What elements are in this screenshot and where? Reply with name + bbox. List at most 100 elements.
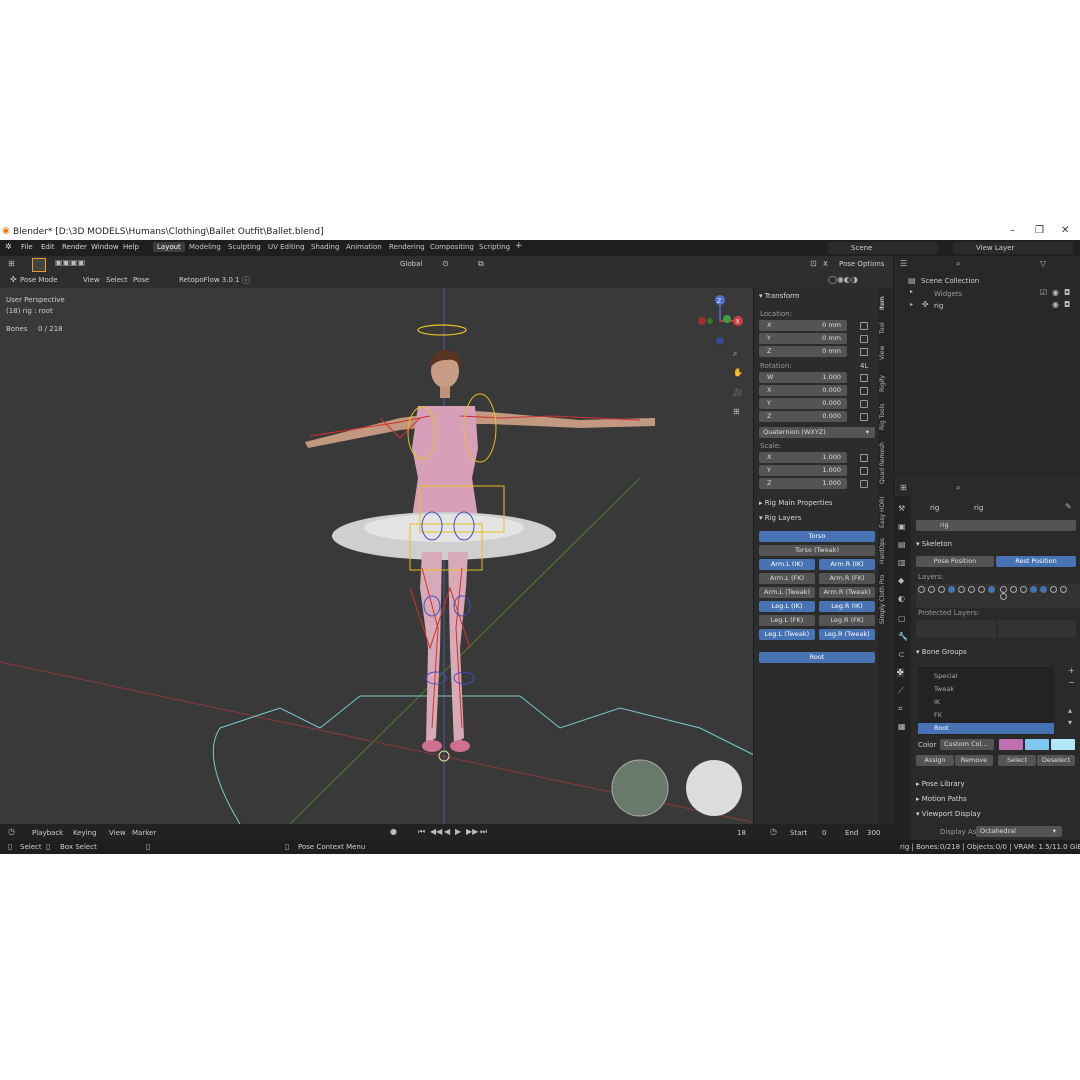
jump-end-icon[interactable]: ⏭ bbox=[480, 827, 487, 837]
ortho-grid-icon[interactable]: ⊞ bbox=[733, 407, 740, 416]
timeline-editor-icon[interactable]: ◷ bbox=[8, 827, 15, 836]
tab-scripting[interactable]: Scripting bbox=[479, 243, 510, 251]
tab-animation[interactable]: Animation bbox=[346, 243, 382, 251]
tab-rendering[interactable]: Rendering bbox=[389, 243, 425, 251]
rig-main-properties-header[interactable]: ▸ Rig Main Properties bbox=[759, 499, 833, 507]
rotation-y-field[interactable]: Y 0.000 bbox=[759, 398, 847, 409]
motion-paths-section-header[interactable]: ▸ Motion Paths bbox=[916, 795, 967, 803]
skeleton-section-header[interactable]: ▾ Skeleton bbox=[916, 540, 952, 548]
end-frame-value[interactable]: 300 bbox=[867, 829, 880, 837]
menu-file[interactable]: File bbox=[21, 243, 33, 251]
arm-l-tweak-button[interactable]: Arm.L (Tweak) bbox=[759, 587, 815, 598]
properties-editor-icon[interactable]: ⊞ bbox=[900, 483, 907, 492]
transform-section-header[interactable]: ▾ Transform bbox=[759, 292, 800, 300]
snap-icon[interactable]: ⧉ bbox=[478, 259, 484, 269]
menu-window[interactable]: Window bbox=[91, 243, 119, 251]
remove-group-icon[interactable]: − bbox=[1068, 678, 1075, 687]
display-as-dropdown[interactable]: Octahedral ▾ bbox=[976, 826, 1062, 837]
tab-sculpting[interactable]: Sculpting bbox=[228, 243, 261, 251]
jump-start-icon[interactable]: ⏮ bbox=[418, 827, 425, 837]
tab-uv-editing[interactable]: UV Editing bbox=[268, 243, 305, 251]
menu-view[interactable]: View bbox=[83, 276, 100, 284]
keying-menu[interactable]: Keying bbox=[73, 829, 97, 837]
outliner-editor-icon[interactable]: ☰ bbox=[900, 259, 907, 268]
rotation-x-field[interactable]: X 0.000 bbox=[759, 385, 847, 396]
expand-arrow-icon[interactable]: ▸ bbox=[910, 301, 913, 308]
list-item[interactable]: Special bbox=[918, 671, 1054, 682]
bone-group-color-set[interactable]: Custom Col... bbox=[940, 739, 994, 750]
armature-data-tab-icon[interactable]: ✜ bbox=[897, 668, 904, 677]
orientation-dropdown[interactable]: Global bbox=[400, 260, 422, 268]
scene-selector[interactable]: Scene bbox=[828, 242, 938, 254]
location-y-field[interactable]: Y 0 mm bbox=[759, 333, 847, 344]
clock-icon[interactable]: ◷ bbox=[770, 827, 777, 836]
lock-icon[interactable] bbox=[860, 335, 868, 343]
current-frame[interactable]: 18 bbox=[737, 829, 746, 837]
start-frame-value[interactable]: 0 bbox=[822, 829, 826, 837]
lock-icon[interactable] bbox=[860, 387, 868, 395]
tool-tab-icon[interactable]: ⚒ bbox=[898, 504, 905, 513]
root-layer-button[interactable]: Root bbox=[759, 652, 875, 663]
list-item[interactable]: IK bbox=[918, 697, 1054, 708]
remove-button[interactable]: Remove bbox=[955, 755, 993, 766]
lock-icon[interactable] bbox=[860, 454, 868, 462]
lock-icon[interactable] bbox=[860, 322, 868, 330]
scale-z-field[interactable]: Z 1.000 bbox=[759, 478, 847, 489]
lock-icon[interactable] bbox=[860, 480, 868, 488]
zoom-icon[interactable]: ⌕ bbox=[733, 349, 737, 359]
torso-layer-button[interactable]: Torso bbox=[759, 531, 875, 542]
pivot-icon[interactable]: ⊙ bbox=[442, 259, 449, 268]
camera-icon[interactable]: 🎥 bbox=[733, 388, 743, 397]
texture-tab-icon[interactable]: ▦ bbox=[898, 722, 906, 731]
arm-l-fk-button[interactable]: Arm.L (FK) bbox=[759, 573, 815, 584]
tab-quad-remesh[interactable]: Quad Remesh bbox=[879, 442, 886, 484]
search-icon[interactable]: ⌕ bbox=[956, 259, 960, 269]
output-tab-icon[interactable]: ▤ bbox=[898, 540, 906, 549]
leg-l-tweak-button[interactable]: Leg.L (Tweak) bbox=[759, 629, 815, 640]
leg-l-ik-button[interactable]: Leg.L (IK) bbox=[759, 601, 815, 612]
color-swatch-normal[interactable] bbox=[999, 739, 1023, 750]
protected-layers-grid-2[interactable] bbox=[998, 620, 1076, 638]
pan-hand-icon[interactable]: ✋ bbox=[733, 368, 743, 377]
arm-r-ik-button[interactable]: Arm.R (IK) bbox=[819, 559, 875, 570]
select-tool-icon[interactable] bbox=[32, 258, 46, 272]
list-item[interactable]: FK bbox=[918, 710, 1054, 721]
leg-r-fk-button[interactable]: Leg.R (FK) bbox=[819, 615, 875, 626]
bone-tab-icon[interactable]: ⟋ bbox=[898, 686, 904, 696]
camera-render-icon[interactable]: ◘ bbox=[1064, 300, 1070, 309]
bone-constraint-tab-icon[interactable]: ⌗ bbox=[898, 704, 903, 714]
mode-dropdown[interactable]: Pose Mode bbox=[20, 276, 58, 284]
retopoflow-menu[interactable]: RetopoFlow 3.0.1 bbox=[179, 276, 240, 284]
rotation-mode-dropdown[interactable]: Quaternion (WXYZ) ▾ bbox=[759, 427, 875, 438]
pin-icon[interactable]: ✎ bbox=[1065, 502, 1072, 511]
arm-r-tweak-button[interactable]: Arm.R (Tweak) bbox=[819, 587, 875, 598]
color-swatch-select[interactable] bbox=[1025, 739, 1049, 750]
rig-layers-header[interactable]: ▾ Rig Layers bbox=[759, 514, 801, 522]
play-icon[interactable]: ▶ bbox=[455, 827, 461, 836]
minimize-icon[interactable]: – bbox=[1010, 225, 1015, 236]
tab-tool[interactable]: Tool bbox=[879, 322, 886, 334]
assign-button[interactable]: Assign bbox=[916, 755, 954, 766]
pose-options-dropdown[interactable]: Pose Options bbox=[839, 260, 884, 268]
tab-item[interactable]: Item bbox=[879, 296, 886, 310]
menu-edit[interactable]: Edit bbox=[41, 243, 55, 251]
marker-menu[interactable]: Marker bbox=[132, 829, 156, 837]
constraints-tab-icon[interactable]: ⊂ bbox=[898, 650, 905, 659]
mirror-x-label[interactable]: X bbox=[823, 260, 828, 268]
tab-compositing[interactable]: Compositing bbox=[430, 243, 474, 251]
armature-layers-grid[interactable] bbox=[916, 584, 1000, 608]
help-icon[interactable]: ⓘ bbox=[242, 275, 250, 286]
menu-select[interactable]: Select bbox=[106, 276, 128, 284]
protected-layers-grid[interactable] bbox=[916, 620, 996, 638]
rest-position-button[interactable]: Rest Position bbox=[996, 556, 1076, 567]
add-group-icon[interactable]: + bbox=[1068, 666, 1075, 675]
search-icon[interactable]: ⌕ bbox=[956, 483, 960, 493]
play-reverse-icon[interactable]: ◀ bbox=[444, 827, 450, 836]
visibility-eye-icon[interactable]: ◉ bbox=[1052, 288, 1059, 297]
pose-position-button[interactable]: Pose Position bbox=[916, 556, 994, 567]
list-item-selected[interactable]: Root bbox=[918, 723, 1054, 734]
tab-easy-hdri[interactable]: Easy HDRI bbox=[879, 497, 886, 528]
menu-render[interactable]: Render bbox=[62, 243, 87, 251]
pose-library-section-header[interactable]: ▸ Pose Library bbox=[916, 780, 965, 788]
scale-y-field[interactable]: Y 1.000 bbox=[759, 465, 847, 476]
